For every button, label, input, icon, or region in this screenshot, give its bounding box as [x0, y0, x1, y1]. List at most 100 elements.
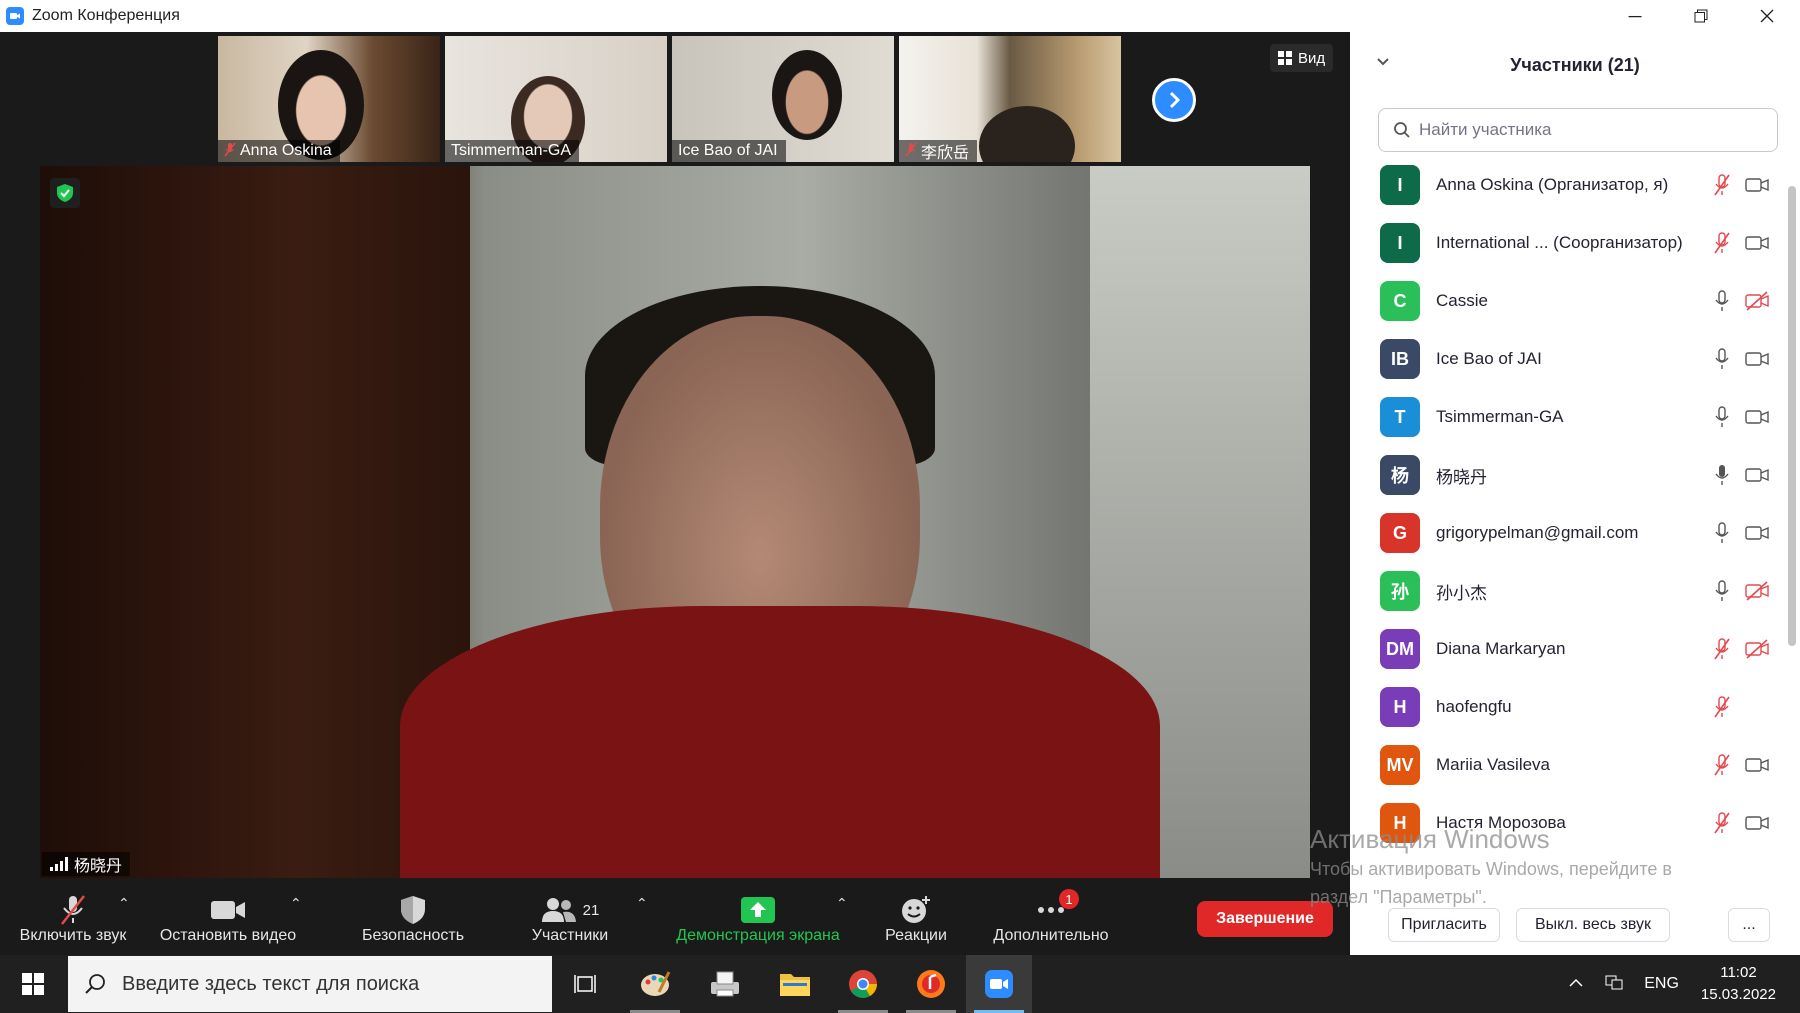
avatar: C [1380, 281, 1420, 321]
start-button[interactable] [0, 955, 66, 1013]
participant-row[interactable]: MV Mariia Vasileva [1350, 736, 1786, 794]
video-camera-icon[interactable] [1744, 521, 1770, 545]
folder-icon [780, 974, 810, 996]
microphone-icon[interactable] [1710, 405, 1734, 429]
avatar: DM [1380, 629, 1420, 669]
mute-all-button[interactable]: Выкл. весь звук [1516, 908, 1670, 942]
video-camera-icon[interactable] [1744, 405, 1770, 429]
security-button[interactable]: Безопасность [350, 883, 476, 955]
end-meeting-button[interactable]: Завершение [1197, 901, 1333, 937]
printer-icon [711, 971, 739, 997]
participant-row[interactable]: 杨杨晓丹 [1350, 446, 1786, 504]
mic-muted-icon[interactable] [1710, 173, 1734, 197]
microphone-icon[interactable] [1710, 521, 1734, 545]
participant-row[interactable]: Hhaofengfu [1350, 678, 1786, 736]
participants-icon: 21 [541, 893, 599, 927]
zoom-app-icon [6, 7, 24, 25]
close-button[interactable] [1734, 0, 1800, 32]
notification-badge: 1 [1059, 889, 1079, 909]
task-view-button[interactable] [552, 955, 618, 1013]
participant-row[interactable]: 孙孙小杰 [1350, 562, 1786, 620]
participant-name: Mariia Vasileva [1436, 755, 1551, 774]
active-speaker-video[interactable]: 杨晓丹 [40, 166, 1310, 878]
network-icon[interactable] [1594, 973, 1634, 996]
windows-logo-icon [22, 973, 44, 995]
encryption-shield-icon[interactable] [50, 178, 80, 208]
search-icon [1394, 122, 1410, 138]
video-camera-icon[interactable] [1744, 811, 1770, 835]
chevron-up-icon[interactable] [1558, 975, 1594, 993]
audio-options-caret[interactable]: ⌃ [118, 895, 130, 912]
minimize-button[interactable]: ─ [1602, 0, 1668, 32]
system-tray: ENG 11:02 15.03.2022 [1558, 955, 1800, 1013]
mic-muted-icon [224, 142, 236, 161]
taskbar-search-input[interactable]: Введите здесь текст для поиска [68, 956, 552, 1012]
participant-row[interactable]: Ggrigorypelman@gmail.com [1350, 504, 1786, 562]
taskbar-zoom[interactable] [966, 955, 1032, 1013]
microphone-icon[interactable] [1710, 463, 1734, 487]
taskbar-paint-app[interactable] [622, 955, 688, 1013]
paint-palette-icon [641, 971, 671, 996]
mic-muted-icon [905, 142, 917, 161]
video-camera-icon[interactable] [1744, 753, 1770, 777]
participant-row[interactable]: IB Ice Bao of JAI [1350, 330, 1786, 388]
video-thumbnail[interactable]: 李欣岳 [899, 36, 1121, 162]
mic-muted-icon [58, 893, 88, 927]
participant-row[interactable]: I International ... (Соорганизатор) [1350, 214, 1786, 272]
video-area: Anna Oskina Tsimmerman-GA Ice Bao of JAI… [0, 32, 1350, 883]
share-options-caret[interactable]: ⌃ [836, 895, 848, 912]
participant-row[interactable]: Н Настя Морозова [1350, 794, 1786, 852]
mic-muted-icon[interactable] [1710, 753, 1734, 777]
participant-search-input[interactable]: Найти участника [1378, 108, 1778, 152]
video-thumbnail[interactable]: Tsimmerman-GA [445, 36, 667, 162]
video-camera-icon[interactable] [1744, 173, 1770, 197]
video-off-icon[interactable] [1744, 637, 1770, 661]
next-page-button[interactable] [1152, 78, 1196, 122]
view-button[interactable]: Вид [1270, 44, 1334, 72]
microphone-icon[interactable] [1710, 289, 1734, 313]
mic-muted-icon[interactable] [1710, 811, 1734, 835]
participants-button[interactable]: 21 Участники [510, 883, 630, 955]
participant-row[interactable]: I Anna Oskina (Организатор, я) [1350, 156, 1786, 214]
participant-row[interactable]: T Tsimmerman-GA [1350, 388, 1786, 446]
share-screen-button[interactable]: Демонстрация экрана [666, 883, 850, 955]
avatar: IB [1380, 339, 1420, 379]
restore-icon [1694, 9, 1708, 23]
video-options-caret[interactable]: ⌃ [290, 895, 302, 912]
unmute-button[interactable]: Включить звук [10, 883, 136, 955]
invite-button[interactable]: Пригласить [1388, 908, 1500, 942]
participant-row[interactable]: C Cassie [1350, 272, 1786, 330]
participant-name: haofengfu [1436, 697, 1512, 716]
participants-options-caret[interactable]: ⌃ [636, 895, 648, 912]
video-thumbnail[interactable]: Anna Oskina [218, 36, 440, 162]
stop-video-button[interactable]: Остановить видео [148, 883, 308, 955]
mic-muted-icon[interactable] [1710, 695, 1734, 719]
participant-row[interactable]: DM Diana Markaryan [1350, 620, 1786, 678]
video-camera-icon[interactable] [1744, 347, 1770, 371]
taskbar-file-explorer[interactable] [762, 955, 828, 1013]
language-indicator[interactable]: ENG [1634, 975, 1689, 993]
more-options-button[interactable]: ... [1728, 908, 1770, 942]
participant-name: 孙小杰 [1436, 583, 1487, 603]
more-button[interactable]: 1 Дополнительно [980, 883, 1122, 955]
clock[interactable]: 11:02 15.03.2022 [1689, 962, 1800, 1006]
meeting-toolbar: Включить звук ⌃ Остановить видео ⌃ Безоп… [0, 883, 1350, 955]
microphone-icon[interactable] [1710, 579, 1734, 603]
mic-muted-icon[interactable] [1710, 637, 1734, 661]
video-off-icon[interactable] [1744, 289, 1770, 313]
maximize-button[interactable] [1668, 0, 1734, 32]
video-thumbnail[interactable]: Ice Bao of JAI [672, 36, 894, 162]
taskbar-scanner-app[interactable] [692, 955, 758, 1013]
taskbar-chrome[interactable] [830, 955, 896, 1013]
video-camera-icon[interactable] [1744, 463, 1770, 487]
video-camera-icon[interactable] [1744, 231, 1770, 255]
chevron-right-icon [1169, 91, 1181, 109]
mic-muted-icon[interactable] [1710, 231, 1734, 255]
reactions-button[interactable]: Реакции [866, 883, 966, 955]
participant-list-scrollbar[interactable] [1788, 156, 1796, 896]
grid-icon [1278, 51, 1292, 65]
search-icon [85, 974, 105, 994]
video-off-icon[interactable] [1744, 579, 1770, 603]
microphone-icon[interactable] [1710, 347, 1734, 371]
taskbar-music-app[interactable] [898, 955, 964, 1013]
